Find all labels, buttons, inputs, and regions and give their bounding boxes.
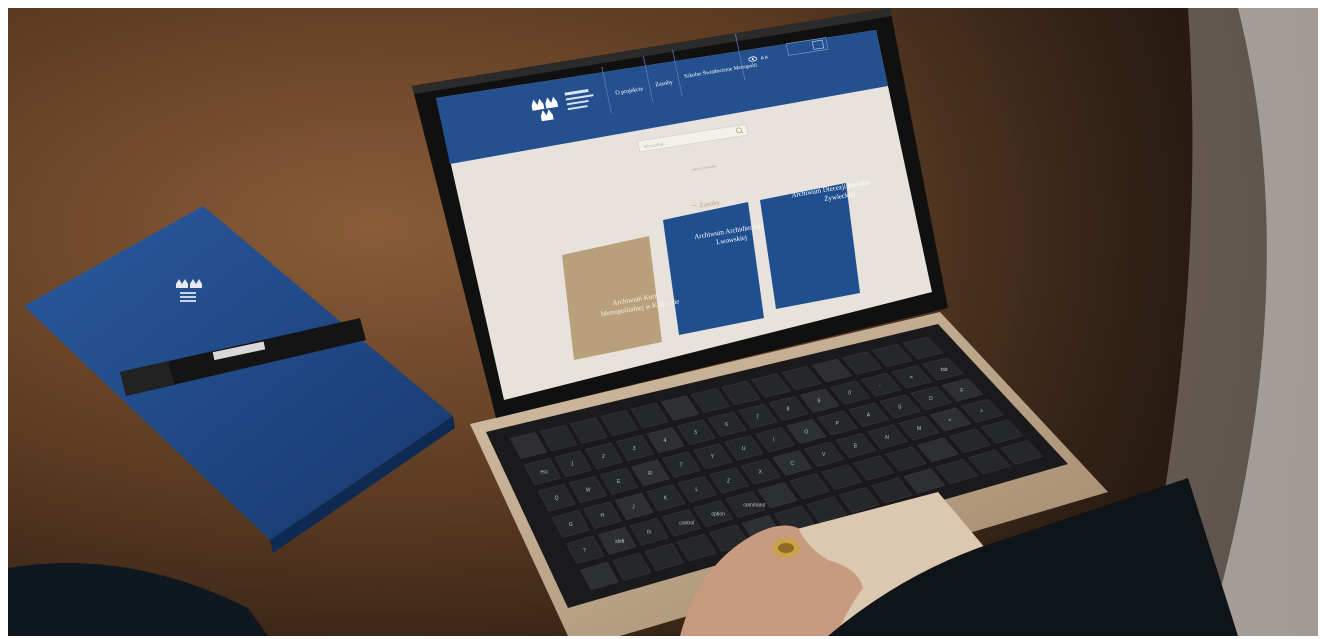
keyboard-key-label: T [679, 462, 682, 468]
keyboard-key-label: R [648, 471, 652, 477]
keyboard-key-label: > [980, 409, 983, 415]
keyboard-key-label: < [949, 417, 952, 423]
keyboard-key-label: U [742, 446, 746, 452]
keyboard-key-label: fn [647, 530, 651, 536]
keyboard-key-label: = [910, 375, 913, 381]
keyboard-key-label: D [929, 396, 933, 402]
keyboard-key-label: M [917, 426, 921, 432]
keyboard-key-label: 4 [664, 438, 667, 444]
keyboard-key-label: shift [615, 539, 625, 545]
keyboard-key-label: esc [540, 470, 548, 476]
keyboard-key-label: 7 [756, 414, 759, 420]
keyboard-key-label: 2 [602, 454, 605, 460]
keyboard-key-label: option [711, 512, 725, 518]
keyboard-key-label: 5 [694, 430, 697, 436]
keyboard-key-label: 8 [787, 406, 790, 412]
tile-bielsko[interactable] [760, 183, 860, 309]
keyboard-key-label: N [885, 435, 889, 441]
keyboard-key-label: F [960, 388, 963, 394]
keyboard-key-label: W [586, 487, 591, 493]
keyboard-key-label: tab [941, 367, 948, 373]
keyboard-key-label: ? [583, 548, 586, 554]
tile-lwow[interactable] [663, 202, 764, 335]
keyboard-key-label: 9 [817, 399, 820, 405]
keyboard-key-label: 6 [725, 422, 728, 428]
keyboard-key-label: C [790, 461, 794, 467]
laptop-photo: esc 1 2 3 4 5 6 7 8 9 0- = tab Q W E R T Y U I O P A S D F G H J K L Z X C… [8, 8, 1318, 636]
keyboard-key-label: 3 [633, 446, 636, 452]
keyboard-key-label: I [773, 438, 774, 444]
keyboard-key-label: command [743, 502, 765, 508]
keyboard-key-label: H [600, 513, 604, 519]
keyboard-key-label: Q [555, 496, 559, 502]
keyboard-key-label: Z [727, 478, 730, 484]
keyboard-key-label: 0 [848, 391, 851, 397]
keyboard-key-label: 1 [571, 462, 574, 468]
keyboard-key-label: G [569, 522, 573, 528]
keyboard-key-label: L [695, 487, 698, 493]
photo-scene: esc1234567890-=tabQWERTYUIOPASDFGHJKLZXC… [8, 8, 1318, 636]
keyboard-key-label: control [679, 521, 694, 527]
keyboard-key-label: O [804, 429, 808, 435]
